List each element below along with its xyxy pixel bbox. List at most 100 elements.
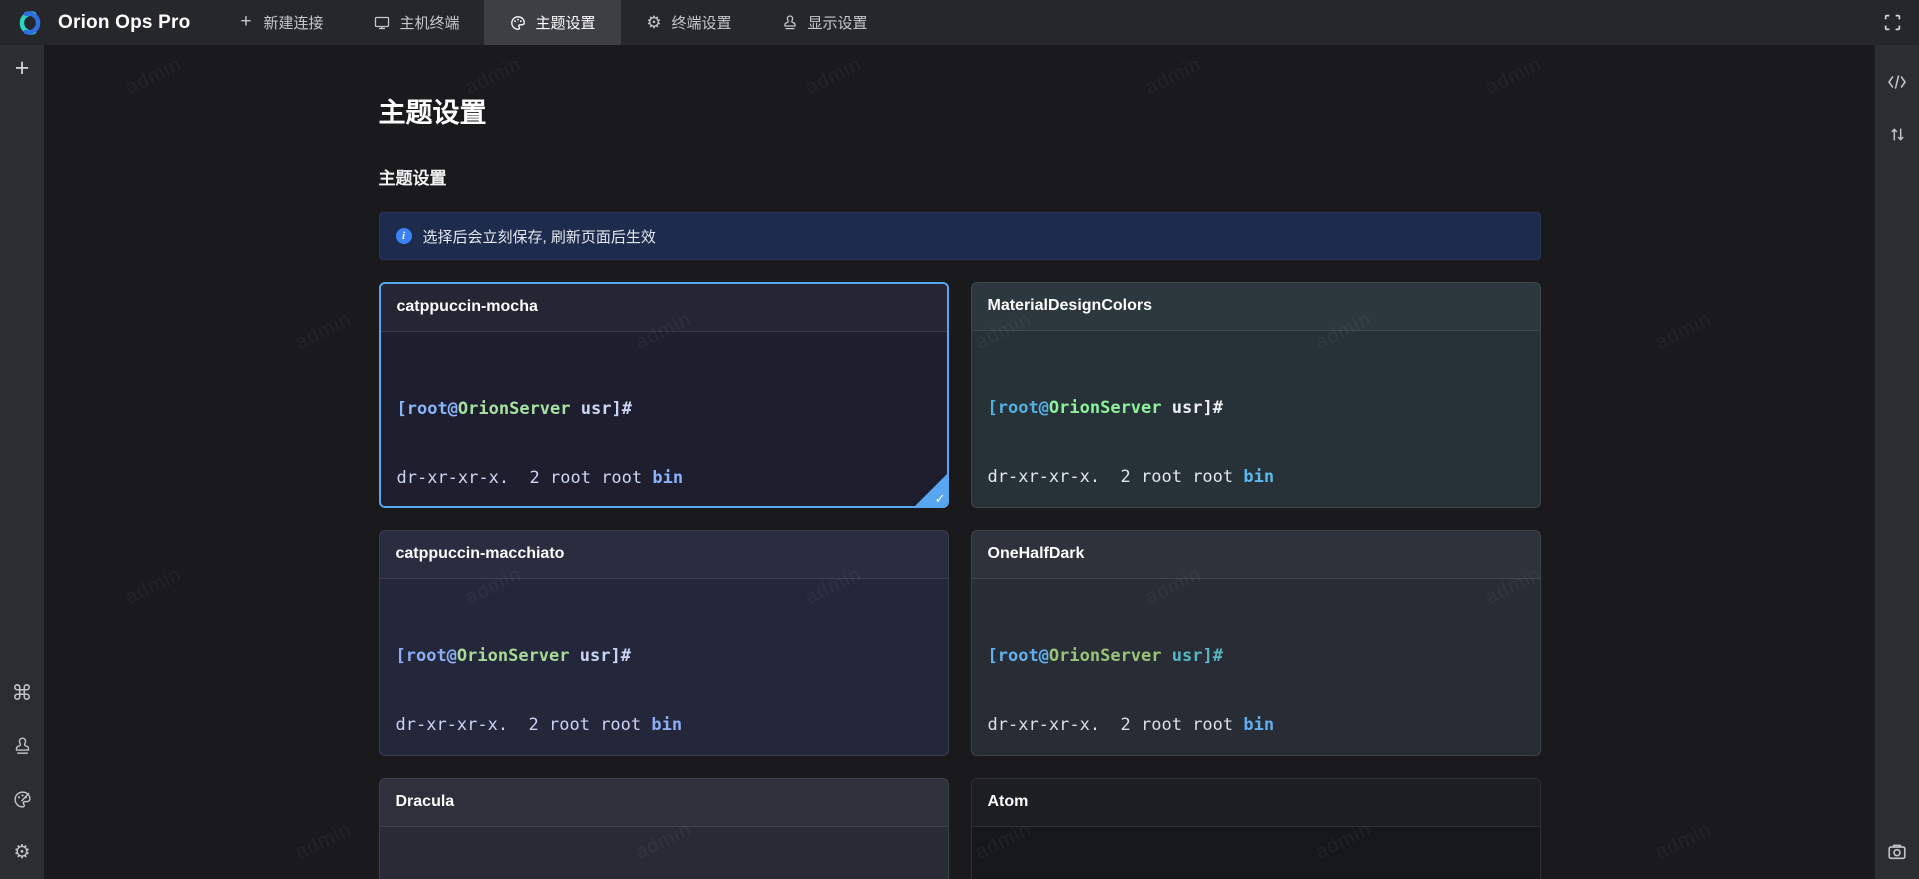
- app-logo-icon: [12, 8, 48, 38]
- theme-grid: catppuccin-mocha [root@OrionServer usr]#…: [379, 282, 1541, 879]
- terminal-preview: [root@OrionServer usr]# dr-xr-xr-x. 2 ro…: [972, 827, 1540, 879]
- file-entry: dr-xr-xr-x. 2 root root: [988, 467, 1244, 487]
- tab-label: 终端设置: [672, 12, 732, 33]
- watermark-text: admin: [1652, 818, 1716, 865]
- section-title: 主题设置: [379, 164, 1541, 189]
- info-banner-text: 选择后会立刻保存, 刷新页面后生效: [423, 226, 656, 247]
- terminal-prompt-line: [root@OrionServer usr]#: [397, 398, 931, 421]
- terminal-prompt-line: [root@OrionServer usr]#: [396, 645, 932, 668]
- app-title: Orion Ops Pro: [58, 12, 190, 34]
- selected-corner: ✓: [913, 472, 949, 508]
- prompt-suffix: usr]#: [1162, 646, 1223, 666]
- watermark-text: admin: [122, 563, 186, 610]
- commands-button[interactable]: ⌘: [5, 676, 39, 710]
- prompt-bracket: [root@: [988, 646, 1049, 666]
- theme-name: Dracula: [396, 793, 455, 810]
- theme-name: OneHalfDark: [988, 545, 1085, 562]
- theme-card-dracula[interactable]: Dracula [root@OrionServer usr]# dr-xr-xr…: [379, 778, 949, 879]
- screenshot-button[interactable]: [1880, 835, 1914, 869]
- brand: Orion Ops Pro: [0, 8, 212, 38]
- gear-icon: ⚙: [13, 843, 30, 862]
- palette-icon: [509, 14, 526, 31]
- theme-name: catppuccin-mocha: [397, 298, 538, 315]
- top-navbar: Orion Ops Pro + 新建连接 主机终端: [0, 0, 1919, 45]
- terminal-preview: [root@OrionServer usr]# dr-xr-xr-x. 2 ro…: [380, 827, 948, 879]
- prompt-bracket: [root@: [396, 646, 457, 666]
- tab-new-connection[interactable]: + 新建连接: [212, 0, 348, 45]
- sort-order-button[interactable]: [1880, 117, 1914, 151]
- terminal-preview: [root@OrionServer usr]# dr-xr-xr-x. 2 ro…: [972, 331, 1540, 508]
- right-sidebar: [1875, 45, 1919, 879]
- prompt-host: OrionServer: [1049, 398, 1162, 418]
- info-icon: i: [396, 228, 412, 244]
- prompt-host: OrionServer: [457, 646, 570, 666]
- theme-card-catppuccin-mocha[interactable]: catppuccin-mocha [root@OrionServer usr]#…: [379, 282, 949, 508]
- prompt-bracket: [root@: [988, 398, 1049, 418]
- gear-icon: ⚙: [646, 14, 663, 31]
- file-entry: dr-xr-xr-x. 2 root root: [397, 468, 653, 488]
- terminal-line: dr-xr-xr-x. 2 root root bin: [988, 714, 1524, 737]
- watermark-text: admin: [292, 308, 356, 355]
- camera-icon: [1887, 842, 1907, 862]
- terminal-line: dr-xr-xr-x. 2 root root bin: [397, 467, 931, 490]
- terminal-preview: [root@OrionServer usr]# dr-xr-xr-x. 2 ro…: [380, 579, 948, 756]
- palette-icon: [13, 790, 32, 809]
- tab-label: 新建连接: [263, 12, 323, 33]
- prompt-suffix: usr]#: [571, 399, 632, 419]
- file-entry: dr-xr-xr-x. 2 root root: [396, 715, 652, 735]
- prompt-host: OrionServer: [1049, 646, 1162, 666]
- terminal-preview: [root@OrionServer usr]# dr-xr-xr-x. 2 ro…: [381, 332, 947, 508]
- prompt-host: OrionServer: [458, 399, 571, 419]
- code-view-button[interactable]: [1880, 65, 1914, 99]
- sort-icon: [1889, 126, 1906, 143]
- watermark-text: admin: [1652, 308, 1716, 355]
- theme-card-atom[interactable]: Atom [root@OrionServer usr]# dr-xr-xr-x.…: [971, 778, 1541, 879]
- plus-icon: +: [237, 13, 254, 30]
- page-title: 主题设置: [379, 91, 1541, 130]
- tab-host-terminal[interactable]: 主机终端: [348, 0, 484, 45]
- fullscreen-icon[interactable]: [1883, 13, 1902, 32]
- dir-name: bin: [1243, 467, 1274, 487]
- file-entry: dr-xr-xr-x. 2 root root: [988, 715, 1244, 735]
- display-settings-button[interactable]: [5, 729, 39, 763]
- tab-terminal-settings[interactable]: ⚙ 终端设置: [621, 0, 757, 45]
- tab-label: 主机终端: [399, 12, 459, 33]
- dir-name: bin: [1243, 715, 1274, 735]
- terminal-prompt-line: [root@OrionServer usr]#: [988, 397, 1524, 420]
- tab-label: 主题设置: [535, 12, 595, 33]
- monitor-icon: [373, 14, 390, 31]
- code-icon: [1887, 74, 1907, 90]
- tab-display-settings[interactable]: 显示设置: [757, 0, 893, 45]
- tab-theme-settings[interactable]: 主题设置: [484, 0, 620, 45]
- info-banner: i 选择后会立刻保存, 刷新页面后生效: [379, 212, 1541, 260]
- theme-button[interactable]: [5, 782, 39, 816]
- terminal-prompt-line: [root@OrionServer usr]#: [988, 645, 1524, 668]
- theme-name: catppuccin-macchiato: [396, 545, 565, 562]
- terminal-line: dr-xr-xr-x. 2 root root bin: [396, 714, 932, 737]
- theme-card-materialdesigncolors[interactable]: MaterialDesignColors [root@OrionServer u…: [971, 282, 1541, 508]
- stamp-icon: [13, 737, 32, 756]
- check-icon: ✓: [935, 491, 946, 507]
- plus-icon: +: [15, 56, 30, 81]
- watermark-text: admin: [122, 53, 186, 100]
- add-tab-button[interactable]: +: [5, 51, 39, 85]
- left-sidebar: + ⌘: [0, 45, 44, 879]
- theme-name: Atom: [988, 793, 1029, 810]
- prompt-suffix: usr]#: [570, 646, 631, 666]
- main-area: adminadminadminadminadminadminadminadmin…: [44, 45, 1875, 879]
- theme-card-onehalfdark[interactable]: OneHalfDark [root@OrionServer usr]# dr-x…: [971, 530, 1541, 756]
- terminal-line: dr-xr-xr-x. 2 root root bin: [988, 466, 1524, 489]
- theme-card-catppuccin-macchiato[interactable]: catppuccin-macchiato [root@OrionServer u…: [379, 530, 949, 756]
- command-icon: ⌘: [12, 683, 33, 704]
- prompt-suffix: usr]#: [1162, 398, 1223, 418]
- dir-name: bin: [651, 715, 682, 735]
- nav-tabs: + 新建连接 主机终端 主题设置: [212, 0, 892, 45]
- stamp-icon: [782, 14, 799, 31]
- watermark-text: admin: [292, 818, 356, 865]
- dir-name: bin: [652, 468, 683, 488]
- terminal-preview: [root@OrionServer usr]# dr-xr-xr-x. 2 ro…: [972, 579, 1540, 756]
- settings-button[interactable]: ⚙: [5, 835, 39, 869]
- theme-name: MaterialDesignColors: [988, 297, 1152, 314]
- prompt-bracket: [root@: [397, 399, 458, 419]
- tab-label: 显示设置: [808, 12, 868, 33]
